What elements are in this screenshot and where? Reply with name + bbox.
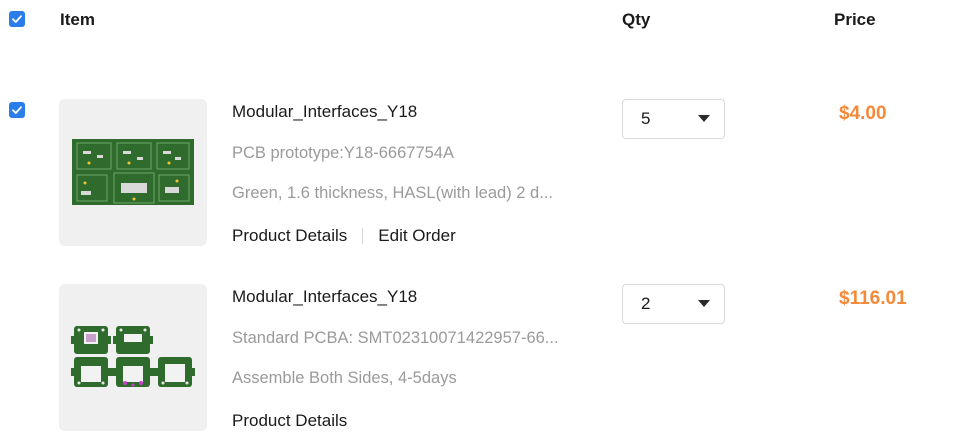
item-1-detail-line-1: PCB prototype:Y18-6667754A xyxy=(232,144,454,162)
column-header-price: Price xyxy=(834,10,876,29)
item-2-thumbnail[interactable] xyxy=(59,284,207,431)
item-1-product-details-link[interactable]: Product Details xyxy=(232,226,347,246)
item-2-name: Modular_Interfaces_Y18 xyxy=(232,287,418,306)
caret-down-icon xyxy=(698,115,710,122)
caret-down-icon xyxy=(698,300,710,307)
item-2-qty-select[interactable]: 2 xyxy=(622,284,725,324)
item-2-detail-line-2: Assemble Both Sides, 4-5days xyxy=(232,369,457,387)
item-1-checkbox[interactable] xyxy=(9,102,25,118)
item-1-name: Modular_Interfaces_Y18 xyxy=(232,102,418,121)
column-header-item: Item xyxy=(60,10,95,29)
item-1-edit-order-link[interactable]: Edit Order xyxy=(378,226,455,246)
item-1-qty-select[interactable]: 5 xyxy=(622,99,725,139)
checkmark-icon xyxy=(12,106,22,114)
item-1-qty-value: 5 xyxy=(641,109,651,128)
item-2-price: $116.01 xyxy=(839,288,907,309)
item-2-product-details-link[interactable]: Product Details xyxy=(232,411,347,431)
pcba-board-image xyxy=(71,326,195,387)
link-separator xyxy=(362,228,364,244)
pcb-board-image xyxy=(72,139,194,205)
item-2-qty-value: 2 xyxy=(641,294,651,313)
select-all-checkbox[interactable] xyxy=(9,11,25,27)
column-header-qty: Qty xyxy=(622,10,651,29)
item-1-price: $4.00 xyxy=(839,103,887,124)
item-1-thumbnail[interactable] xyxy=(59,99,207,246)
checkmark-icon xyxy=(12,15,22,23)
item-1-detail-line-2: Green, 1.6 thickness, HASL(with lead) 2 … xyxy=(232,184,553,202)
item-2-detail-line-1: Standard PCBA: SMT02310071422957-66... xyxy=(232,329,559,347)
